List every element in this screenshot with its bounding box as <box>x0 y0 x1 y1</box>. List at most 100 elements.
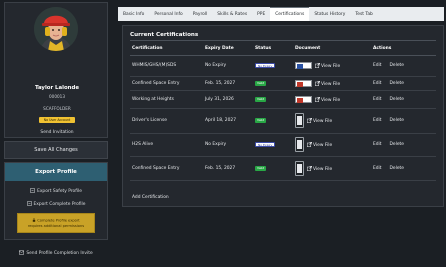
send-invitation-link[interactable]: Send Invitation <box>5 130 109 135</box>
status-badge: No Expiry <box>255 141 276 147</box>
header-actions: Actions <box>371 43 436 56</box>
cert-name: Confined Space Entry <box>130 156 203 181</box>
certifications-table: Certification Expiry Date Status Documen… <box>130 43 436 181</box>
edit-button[interactable]: Edit <box>373 97 382 102</box>
status-badge: Valid <box>255 118 267 123</box>
view-file-link[interactable]: View File <box>315 80 341 87</box>
table-row: H2S Alive No Expiry No Expiry View File … <box>130 133 436 157</box>
table-row: Working at Heights July 31, 2026 Valid V… <box>130 90 436 109</box>
tab-personal-info[interactable]: Personal Info <box>149 7 187 21</box>
status-badge: Valid <box>255 96 267 102</box>
employee-role: SCAFFOLDER <box>43 106 71 111</box>
warning-line-1: Complete Profile export <box>37 218 80 223</box>
cert-name: Confined Space Entry <box>130 76 203 91</box>
no-user-account-badge: No User Account <box>39 117 75 123</box>
tab-payroll[interactable]: Payroll <box>188 7 213 21</box>
view-file-label: View File <box>313 143 333 148</box>
tab-ppe[interactable]: PPE <box>252 7 270 21</box>
tab-status-history[interactable]: Status History <box>309 7 350 21</box>
worker-portrait-icon <box>34 7 78 51</box>
cert-status-cell: Valid <box>253 156 293 181</box>
external-link-icon <box>315 96 320 102</box>
document-thumbnail[interactable] <box>295 160 304 176</box>
send-profile-completion-invite-link[interactable]: Send Profile Completion Invite <box>4 250 108 256</box>
cert-actions-cell: Edit Delete <box>371 156 436 181</box>
view-file-link[interactable]: View File <box>315 63 340 69</box>
document-thumbnail[interactable] <box>295 95 312 103</box>
table-header-row: Certification Expiry Date Status Documen… <box>130 43 436 56</box>
cert-expiry: April 18, 2027 <box>203 108 253 134</box>
edit-button[interactable]: Edit <box>373 63 382 68</box>
cert-actions-cell: Edit Delete <box>371 133 436 157</box>
export-safety-profile-link[interactable]: Export Safety Profile <box>5 188 107 194</box>
export-complete-profile-link[interactable]: Export Complete Profile <box>5 201 107 207</box>
view-file-label: View File <box>321 81 341 87</box>
header-status: Status <box>253 43 293 56</box>
view-file-label: View File <box>321 97 341 103</box>
profile-card: Taylor Lalonde 000013 SCAFFOLDER No User… <box>4 2 108 138</box>
certifications-title: Current Certifications <box>130 32 199 38</box>
tab-certifications[interactable]: Certifications <box>270 7 310 21</box>
cert-document-cell: View File <box>293 55 371 77</box>
cert-status-cell: No Expiry <box>253 55 293 77</box>
table-row: Driver's License April 18, 2027 Valid Vi… <box>130 108 436 134</box>
cert-document-cell: View File <box>293 133 371 157</box>
document-thumbnail[interactable] <box>295 62 312 69</box>
tab-test-tab[interactable]: Test Tab <box>350 7 377 21</box>
delete-button[interactable]: Delete <box>390 166 404 171</box>
tab-skills-rates[interactable]: Skills & Rates <box>212 7 252 21</box>
delete-button[interactable]: Delete <box>390 81 404 86</box>
export-complete-label: Export Complete Profile <box>33 202 86 207</box>
status-badge: Valid <box>255 80 267 86</box>
cert-name: Working at Heights <box>130 90 203 109</box>
employee-name: Taylor Lalonde <box>34 85 80 91</box>
document-thumbnail[interactable] <box>295 137 304 152</box>
tab-basic-info[interactable]: Basic Info <box>118 7 149 21</box>
cert-name: H2S Alive <box>130 133 203 157</box>
view-file-label: View File <box>313 119 333 124</box>
document-thumbnail[interactable] <box>295 79 312 87</box>
document-thumbnail[interactable] <box>295 113 304 128</box>
delete-button[interactable]: Delete <box>390 142 404 147</box>
table-row: Confined Space Entry Feb. 15, 2027 Valid… <box>130 156 436 181</box>
cert-expiry: No Expiry <box>203 133 253 157</box>
file-icon <box>27 201 31 206</box>
header-certification: Certification <box>130 43 203 56</box>
add-certification-link[interactable]: Add Certification <box>132 195 169 200</box>
title-divider <box>130 40 436 41</box>
cert-document-cell: View File <box>293 90 371 109</box>
cert-status-cell: Valid <box>253 90 293 109</box>
delete-button[interactable]: Delete <box>390 63 404 68</box>
view-file-link[interactable]: View File <box>307 142 333 148</box>
edit-button[interactable]: Edit <box>373 142 382 147</box>
delete-button[interactable]: Delete <box>390 97 404 102</box>
envelope-icon <box>19 250 25 255</box>
phone-screen-icon <box>297 140 302 149</box>
avatar <box>34 7 78 51</box>
view-file-link[interactable]: View File <box>307 165 332 172</box>
pdf-file-icon <box>30 188 35 193</box>
view-file-link[interactable]: View File <box>307 118 333 124</box>
profile-tabs: Basic Info Personal Info Payroll Skills … <box>118 7 444 21</box>
cert-status-cell: Valid <box>253 108 293 134</box>
cert-actions-cell: Edit Delete <box>371 90 436 109</box>
external-link-icon <box>307 165 312 171</box>
external-link-icon <box>315 80 320 86</box>
cert-document-cell: View File <box>293 76 371 91</box>
save-all-changes-button[interactable]: Save All Changes <box>4 141 108 159</box>
edit-button[interactable]: Edit <box>373 166 382 171</box>
app-root: Taylor Lalonde 000013 SCAFFOLDER No User… <box>0 0 446 267</box>
edit-button[interactable]: Edit <box>373 81 382 86</box>
external-link-icon <box>307 118 312 123</box>
cert-expiry: No Expiry <box>203 55 253 77</box>
cert-expiry: Feb. 15, 2027 <box>203 156 253 181</box>
cert-actions-cell: Edit Delete <box>371 76 436 91</box>
edit-button[interactable]: Edit <box>373 118 382 123</box>
main-content: Basic Info Personal Info Payroll Skills … <box>116 0 446 267</box>
phone-screen-icon <box>297 116 302 125</box>
delete-button[interactable]: Delete <box>390 118 404 123</box>
view-file-link[interactable]: View File <box>315 96 341 103</box>
certifications-panel: Current Certifications Certification Exp… <box>122 25 444 207</box>
cert-actions-cell: Edit Delete <box>371 55 436 77</box>
cert-document-cell: View File <box>293 156 371 181</box>
